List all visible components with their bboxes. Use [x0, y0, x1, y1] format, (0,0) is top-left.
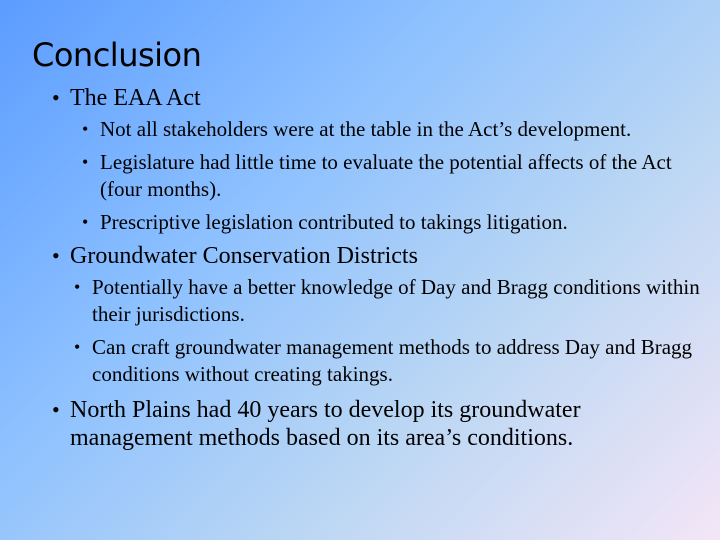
sub-list: • Not all stakeholders were at the table…: [80, 116, 700, 236]
list-item: • North Plains had 40 years to develop i…: [50, 396, 700, 452]
sub-list-item: • Prescriptive legislation contributed t…: [80, 209, 700, 236]
bullet-icon: •: [82, 212, 89, 232]
sub-list: • Potentially have a better knowledge of…: [72, 274, 700, 388]
subitem-text: Legislature had little time to evaluate …: [100, 150, 672, 201]
bullet-icon: •: [52, 397, 60, 422]
item-text: North Plains had 40 years to develop its…: [70, 397, 581, 451]
sub-list-item: • Legislature had little time to evaluat…: [80, 149, 700, 203]
slide: Conclusion • The EAA Act • Not all stake…: [0, 0, 720, 540]
bullet-icon: •: [52, 85, 60, 110]
subitem-text: Not all stakeholders were at the table i…: [100, 117, 632, 141]
bullet-icon: •: [74, 277, 81, 297]
item-text: Groundwater Conservation Districts: [70, 243, 418, 269]
sub-list-item: • Potentially have a better knowledge of…: [72, 274, 700, 328]
bullet-icon: •: [52, 243, 60, 268]
subitem-text: Can craft groundwater management methods…: [92, 335, 693, 386]
sub-list-item: • Not all stakeholders were at the table…: [80, 116, 700, 143]
subitem-text: Prescriptive legislation contributed to …: [100, 210, 568, 234]
bullet-icon: •: [82, 152, 89, 172]
bullet-icon: •: [74, 337, 81, 357]
bullet-list: • The EAA Act • Not all stakeholders wer…: [50, 84, 700, 452]
item-text: The EAA Act: [70, 85, 201, 111]
slide-title: Conclusion: [32, 36, 202, 74]
bullet-icon: •: [82, 119, 89, 139]
list-item: • The EAA Act • Not all stakeholders wer…: [50, 84, 700, 236]
list-item: • Groundwater Conservation Districts • P…: [50, 242, 700, 388]
subitem-text: Potentially have a better knowledge of D…: [92, 275, 700, 326]
sub-list-item: • Can craft groundwater management metho…: [72, 334, 700, 388]
